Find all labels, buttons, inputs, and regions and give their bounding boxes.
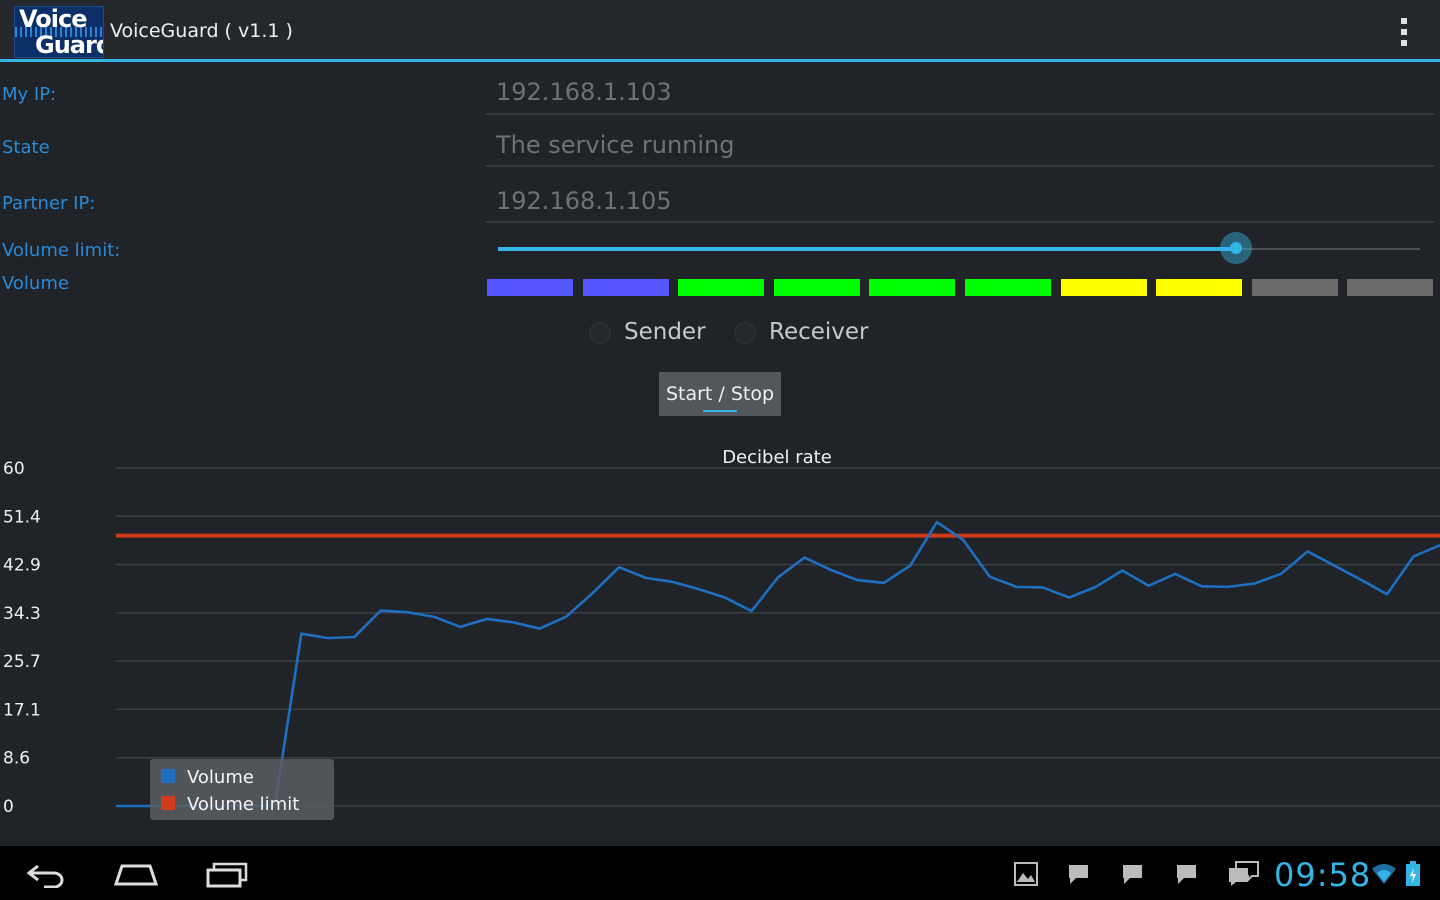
system-nav-bar: 09:58 [0, 846, 1440, 900]
y-tick-label: 60 [3, 459, 25, 479]
chat-notification-icon[interactable] [1226, 858, 1262, 888]
partner-ip-underline [486, 221, 1434, 223]
home-icon[interactable] [112, 860, 160, 888]
y-tick-label: 17.1 [3, 700, 41, 720]
message-notification-icon-2[interactable] [1120, 862, 1146, 888]
receiver-radio[interactable] [734, 322, 756, 344]
back-icon[interactable] [24, 860, 68, 888]
state-field: The service running [496, 131, 735, 159]
my-ip-underline [486, 113, 1434, 115]
state-underline [486, 165, 1434, 167]
y-tick-label: 42.9 [3, 556, 41, 576]
chart-title: Decibel rate [722, 447, 832, 468]
y-tick-label: 34.3 [3, 604, 41, 624]
volume-meter-segment [774, 279, 860, 296]
volume-meter-segment [1252, 279, 1338, 296]
receiver-radio-label[interactable]: Receiver [769, 319, 869, 345]
message-notification-icon-3[interactable] [1174, 862, 1200, 888]
wifi-icon [1372, 864, 1396, 884]
volume-limit-label: Volume limit: [2, 240, 121, 261]
volume-limit-slider[interactable] [498, 232, 1420, 264]
state-label: State [2, 137, 50, 158]
partner-ip-label: Partner IP: [2, 193, 96, 214]
my-ip-field: 192.168.1.103 [496, 78, 672, 106]
battery-icon [1406, 861, 1420, 886]
y-tick-label: 0 [3, 797, 14, 817]
app-logo: Voice Guard [14, 6, 104, 58]
legend-swatch-volume-limit [161, 796, 175, 810]
y-tick-label: 25.7 [3, 652, 41, 672]
volume-meter-segment [869, 279, 955, 296]
volume-limit-slider-fill [498, 247, 1236, 251]
message-notification-icon[interactable] [1066, 862, 1092, 888]
volume-limit-slider-thumb[interactable] [1219, 232, 1252, 264]
volume-label: Volume [2, 273, 69, 294]
legend-label-volume: Volume [187, 767, 254, 788]
app-title: VoiceGuard ( v1.1 ) [110, 20, 293, 42]
gallery-notification-icon[interactable] [1012, 860, 1040, 888]
legend-label-volume-limit: Volume limit [187, 794, 299, 815]
volume-meter-segment [583, 279, 669, 296]
y-tick-label: 51.4 [3, 507, 41, 527]
volume-meter-segment [1347, 279, 1433, 296]
volume-meter-segment [965, 279, 1051, 296]
volume-meter-segment [678, 279, 764, 296]
status-clock[interactable]: 09:58 [1274, 856, 1371, 894]
start-stop-button[interactable]: Start / Stop [659, 372, 781, 416]
action-bar: Voice Guard VoiceGuard ( v1.1 ) [0, 0, 1440, 62]
partner-ip-field: 192.168.1.105 [496, 187, 672, 215]
overflow-menu-icon[interactable] [1394, 16, 1414, 48]
decibel-chart: 08.617.125.734.342.951.460 Decibel rate … [3, 447, 1440, 820]
volume-meter-segment [1061, 279, 1147, 296]
volume-meter-segment [487, 279, 573, 296]
my-ip-label: My IP: [2, 84, 57, 105]
legend-swatch-volume [161, 769, 175, 783]
sender-radio[interactable] [589, 322, 611, 344]
recent-apps-icon[interactable] [204, 860, 252, 888]
volume-meter-segment [1156, 279, 1242, 296]
sender-radio-label[interactable]: Sender [624, 319, 706, 345]
chart-y-axis: 0 8.6 17.1 25.7 34.3 42.9 51.4 60 [3, 459, 41, 817]
y-tick-label: 8.6 [3, 749, 30, 769]
chart-legend: Volume Volume limit [150, 759, 334, 820]
start-stop-label: Start / Stop [665, 383, 775, 405]
